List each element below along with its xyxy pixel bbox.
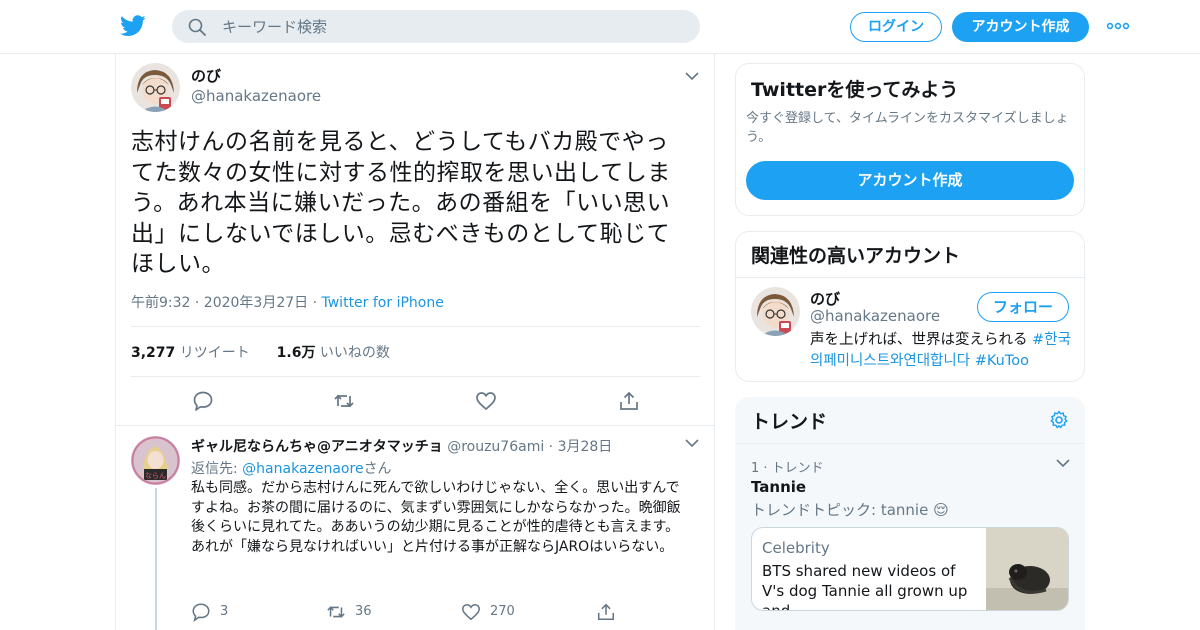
author-handle[interactable]: @hanakazenaore bbox=[191, 86, 321, 106]
related-account-name[interactable]: のび bbox=[810, 288, 840, 309]
signup-cta-button[interactable]: アカウント作成 bbox=[746, 161, 1074, 200]
trends-card: トレンド 1 · トレンド Tannie トレンドトピック: tannie 😌 … bbox=[735, 397, 1085, 630]
author-avatar[interactable] bbox=[131, 63, 180, 112]
divider bbox=[116, 425, 714, 426]
reply-retweet-count: 36 bbox=[355, 604, 372, 619]
news-headline[interactable]: BTS shared new videos of V's dog Tannie … bbox=[762, 561, 977, 610]
chevron-down-icon[interactable] bbox=[685, 438, 699, 448]
related-account-bio: 声を上げれば、世界は変えられる #한국의페미니스트와연대합니다 #KuToo bbox=[810, 332, 1071, 369]
related-account-avatar[interactable] bbox=[751, 287, 800, 336]
share-icon[interactable] bbox=[596, 602, 616, 622]
reply-like-count: 270 bbox=[490, 604, 515, 619]
related-accounts-card: 関連性の高いアカウント のび @hanakazenaore フォロー 声を上げれ… bbox=[735, 231, 1085, 382]
tweet-author[interactable]: のび @hanakazenaore bbox=[191, 66, 321, 106]
signup-button[interactable]: アカウント作成 bbox=[952, 12, 1089, 42]
trend-topic: トレンドトピック: tannie 😌 bbox=[751, 501, 949, 519]
reply-date[interactable]: 3月28日 bbox=[558, 439, 613, 455]
reply-author-handle[interactable]: @rouzu76ami bbox=[447, 439, 544, 455]
related-account-handle[interactable]: @hanakazenaore bbox=[810, 307, 940, 325]
svg-text:ならん: ならん bbox=[145, 472, 166, 480]
more-options-icon[interactable] bbox=[1106, 18, 1130, 34]
replying-to-link[interactable]: @hanakazenaore bbox=[242, 461, 363, 477]
replying-to: 返信先: @hanakazenaoreさん bbox=[191, 461, 392, 477]
retweet-label[interactable]: リツイート bbox=[180, 345, 250, 361]
like-count[interactable]: 1.6万 bbox=[277, 345, 316, 361]
news-thumbnail[interactable] bbox=[986, 528, 1068, 610]
news-category: Celebrity bbox=[762, 539, 830, 557]
follow-button[interactable]: フォロー bbox=[977, 292, 1069, 322]
trend-news-card[interactable]: Celebrity BTS shared new videos of V's d… bbox=[751, 527, 1069, 611]
twitter-logo-icon[interactable] bbox=[120, 14, 146, 38]
search-bar[interactable] bbox=[172, 10, 700, 43]
login-button[interactable]: ログイン bbox=[850, 12, 942, 42]
reply-text: 私も同感。だから志村けんに死んで欲しいわけじゃない、全く。思い出すんですよね。お… bbox=[191, 480, 681, 555]
tweet-timestamp[interactable]: 午前9:32 · 2020年3月27日 · bbox=[131, 295, 322, 311]
like-label[interactable]: いいねの数 bbox=[320, 345, 390, 361]
retweet-icon[interactable] bbox=[326, 602, 346, 622]
tweet-source-link[interactable]: Twitter for iPhone bbox=[322, 295, 444, 311]
reply-count: 3 bbox=[220, 604, 229, 619]
tweet-stats: 3,277 リツイート 1.6万 いいねの数 bbox=[131, 342, 390, 362]
try-twitter-title: Twitterを使ってみよう bbox=[751, 79, 959, 101]
author-name[interactable]: のび bbox=[191, 66, 321, 86]
search-icon bbox=[188, 18, 206, 36]
reply-author-avatar[interactable]: ならん bbox=[131, 436, 180, 485]
try-twitter-description: 今すぐ登録して、タイムラインをカスタマイズしましょう。 bbox=[746, 111, 1069, 145]
related-accounts-header: 関連性の高いアカウント bbox=[736, 232, 1084, 278]
search-input[interactable] bbox=[222, 10, 682, 43]
trend-rank: 1 · トレンド bbox=[751, 461, 824, 476]
reply-icon[interactable] bbox=[192, 390, 214, 412]
chevron-down-icon[interactable] bbox=[1056, 458, 1070, 468]
reply-header: ギャル尼ならんちゃ@アニオタマッチョ @rouzu76ami · 3月28日 bbox=[191, 439, 613, 455]
trends-header: トレンド bbox=[736, 398, 1084, 444]
top-header: ログイン アカウント作成 bbox=[0, 0, 1200, 54]
tweet-column: のび @hanakazenaore 志村けんの名前を見ると、どうしてもバカ殿でや… bbox=[115, 54, 715, 630]
reply-icon[interactable] bbox=[191, 602, 211, 622]
chevron-down-icon[interactable] bbox=[685, 71, 699, 81]
retweet-count[interactable]: 3,277 bbox=[131, 345, 175, 361]
related-accounts-title: 関連性の高いアカウント bbox=[751, 245, 961, 267]
like-icon[interactable] bbox=[475, 390, 497, 412]
like-icon[interactable] bbox=[461, 602, 481, 622]
share-icon[interactable] bbox=[618, 390, 640, 412]
divider bbox=[131, 326, 700, 327]
gear-icon[interactable] bbox=[1049, 410, 1069, 430]
reply-author-name[interactable]: ギャル尼ならんちゃ@アニオタマッチョ bbox=[191, 439, 443, 455]
thread-line bbox=[155, 488, 157, 630]
trends-title: トレンド bbox=[751, 411, 828, 433]
tweet-meta: 午前9:32 · 2020年3月27日 · Twitter for iPhone bbox=[131, 292, 444, 312]
divider bbox=[131, 376, 700, 377]
try-twitter-card: Twitterを使ってみよう 今すぐ登録して、タイムラインをカスタマイズしましょ… bbox=[735, 63, 1085, 216]
trend-name[interactable]: Tannie bbox=[751, 478, 806, 496]
tweet-text: 志村けんの名前を見ると、どうしてもバカ殿でやってた数々の女性に対する性的搾取を思… bbox=[131, 129, 671, 277]
retweet-icon[interactable] bbox=[333, 390, 355, 412]
